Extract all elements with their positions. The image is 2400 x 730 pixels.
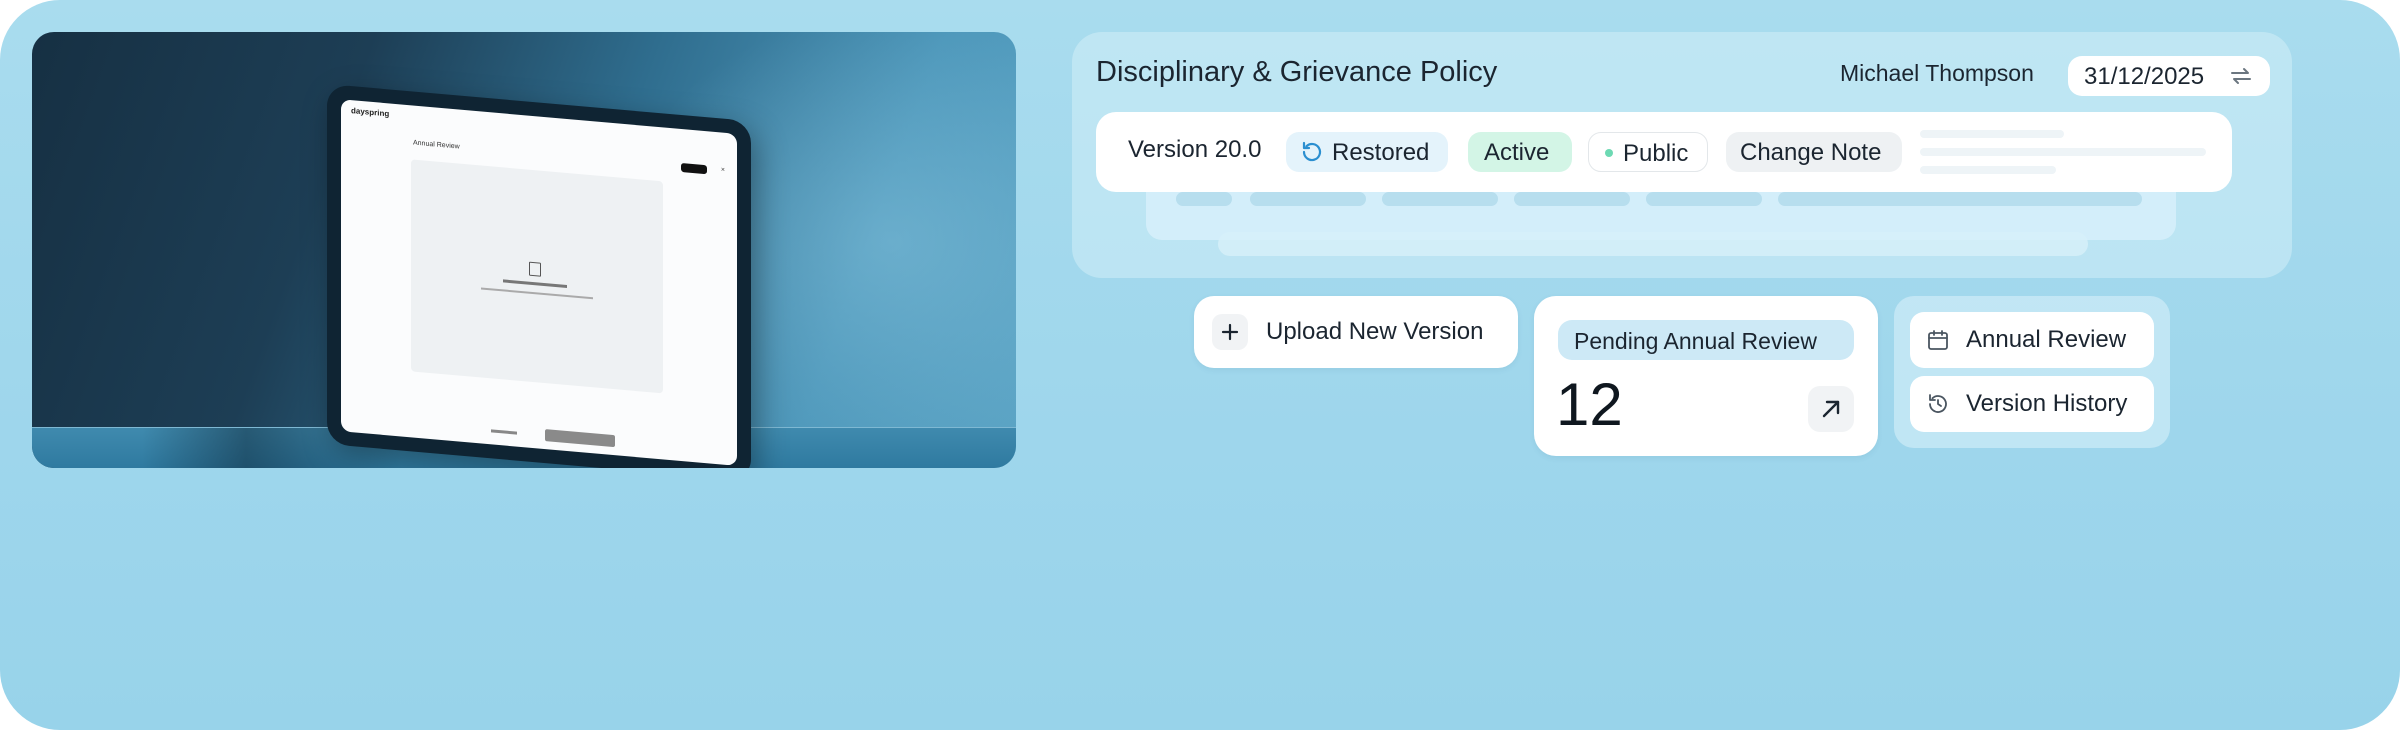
public-label: Public bbox=[1623, 140, 1689, 167]
policy-card: Disciplinary & Grievance Policy Michael … bbox=[1072, 32, 2292, 278]
version-history-label: Version History bbox=[1966, 390, 2128, 417]
tablet-text-line bbox=[503, 279, 567, 288]
restored-badge[interactable]: Restored bbox=[1286, 132, 1448, 172]
arrow-up-right-icon[interactable] bbox=[1808, 386, 1854, 432]
tablet-footer-link bbox=[491, 429, 517, 435]
tablet-dropzone bbox=[411, 159, 663, 394]
annual-review-label: Annual Review bbox=[1966, 326, 2127, 353]
ghost-bar bbox=[1514, 192, 1630, 206]
policy-author: Michael Thompson bbox=[1840, 60, 2034, 86]
active-label: Active bbox=[1484, 139, 1550, 166]
canvas: dayspring Annual Review × Disciplinary &… bbox=[0, 0, 2400, 730]
skeleton-line bbox=[1920, 148, 2206, 156]
calendar-icon bbox=[1928, 330, 1948, 350]
ghost-bar bbox=[1382, 192, 1498, 206]
plus-icon bbox=[1212, 314, 1248, 350]
tablet-screen: dayspring Annual Review × bbox=[341, 99, 737, 466]
active-badge: Active bbox=[1468, 132, 1572, 172]
tablet-dialog-title: Annual Review bbox=[413, 139, 460, 151]
pending-label: Pending Annual Review bbox=[1574, 328, 1817, 354]
tablet-button bbox=[681, 162, 707, 175]
public-badge[interactable]: Public bbox=[1588, 132, 1708, 172]
ghost-bar bbox=[1250, 192, 1366, 206]
hero-image: dayspring Annual Review × bbox=[32, 32, 1016, 468]
swap-arrows-icon[interactable] bbox=[2229, 65, 2253, 87]
change-note-button[interactable]: Change Note bbox=[1726, 132, 1902, 172]
restored-label: Restored bbox=[1332, 139, 1430, 166]
tablet-device: dayspring Annual Review × bbox=[327, 84, 751, 468]
version-label: Version 20.0 bbox=[1128, 136, 1262, 163]
skeleton-line bbox=[1920, 166, 2056, 174]
policy-title: Disciplinary & Grievance Policy bbox=[1096, 56, 1498, 88]
policy-date: 31/12/2025 bbox=[2084, 63, 2205, 90]
history-icon bbox=[1929, 394, 1947, 413]
tablet-footer-button bbox=[545, 429, 615, 448]
tablet-logo: dayspring bbox=[351, 106, 390, 119]
version-history-button[interactable]: Version History bbox=[1910, 376, 2154, 432]
pending-tag: Pending Annual Review bbox=[1558, 320, 1854, 360]
tablet-text-line bbox=[481, 287, 593, 300]
date-pill[interactable]: 31/12/2025 bbox=[2068, 56, 2270, 96]
change-note-label: Change Note bbox=[1740, 139, 1882, 166]
ghost-bar bbox=[1176, 192, 1232, 206]
upload-label: Upload New Version bbox=[1266, 318, 1484, 345]
annual-review-button[interactable]: Annual Review bbox=[1910, 312, 2154, 368]
pending-count: 12 bbox=[1556, 371, 1623, 438]
tablet-file-icon bbox=[529, 261, 541, 277]
upload-new-version-button[interactable]: Upload New Version bbox=[1194, 296, 1518, 368]
ghost-bar bbox=[1778, 192, 2142, 206]
pending-review-card[interactable]: Pending Annual Review 12 bbox=[1534, 296, 1878, 456]
restore-icon bbox=[1302, 141, 1322, 162]
status-dot bbox=[1605, 149, 1613, 157]
quick-links-panel: Annual Review Version History bbox=[1894, 296, 2170, 448]
version-row: Version 20.0 Restored Active Public Chan… bbox=[1096, 112, 2232, 192]
tablet-close-icon: × bbox=[720, 166, 725, 174]
skeleton-line bbox=[1920, 130, 2064, 138]
ghost-bar bbox=[1646, 192, 1762, 206]
